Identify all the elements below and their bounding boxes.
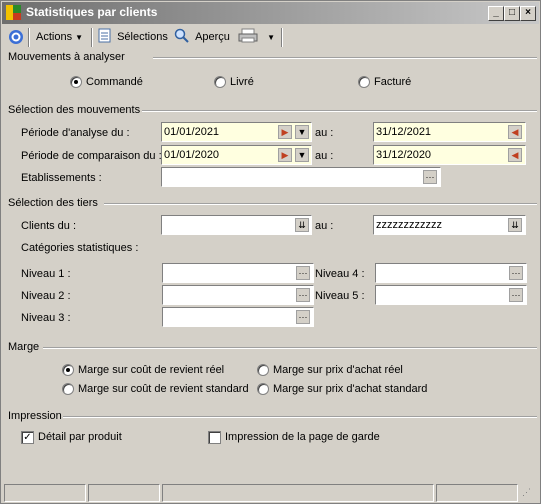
radio-marge-cout-revient-reel[interactable] — [62, 364, 74, 376]
marge-title: Marge — [8, 341, 40, 353]
etablissements-label: Etablissements : — [21, 172, 102, 184]
document-icon — [98, 28, 111, 43]
calendar-icon[interactable]: ▶ — [278, 148, 292, 162]
status-cell — [436, 484, 518, 502]
page-garde-label: Impression de la page de garde — [225, 431, 380, 443]
radio-livre-label: Livré — [230, 76, 254, 88]
calendar-back-icon[interactable]: ◀ — [508, 148, 522, 162]
periode-comparaison-to-value: 31/12/2020 — [376, 149, 432, 161]
actions-label: Actions — [36, 31, 73, 43]
toolbar: Actions ▼ Sélections Aperçu ▼ — [2, 25, 539, 49]
radio-marge-prix-achat-standard[interactable] — [257, 383, 269, 395]
radio-marge-prix-achat-reel-label: Marge sur prix d'achat réel — [273, 364, 403, 376]
niveau4-input[interactable]: ··· — [375, 263, 527, 283]
periode-comparaison-from-value: 01/01/2020 — [164, 149, 220, 161]
periode-analyse-from-input[interactable]: 01/01/2021 ▶ ▼ — [161, 122, 312, 142]
page-garde-checkbox[interactable] — [208, 431, 221, 444]
niveau1-label: Niveau 1 : — [21, 268, 71, 280]
selections-button[interactable]: Sélections — [98, 28, 168, 46]
periode-analyse-to-value: 31/12/2021 — [376, 126, 432, 138]
ellipsis-button[interactable]: ··· — [509, 288, 523, 302]
au-label: au : — [315, 127, 334, 139]
double-chevron-down-icon[interactable]: ⇊ — [508, 218, 522, 232]
etablissements-input[interactable]: ··· — [161, 167, 441, 187]
calendar-icon[interactable]: ▶ — [278, 125, 292, 139]
detail-produit-checkbox[interactable]: ✓ — [21, 431, 34, 444]
radio-marge-prix-achat-reel[interactable] — [257, 364, 269, 376]
ellipsis-button[interactable]: ··· — [296, 310, 310, 324]
chevron-down-icon[interactable]: ▼ — [295, 148, 309, 162]
impression-title: Impression — [8, 410, 62, 422]
target-icon[interactable] — [8, 28, 24, 46]
selection-mouvements-title: Sélection des mouvements — [8, 104, 141, 116]
chevron-down-icon[interactable]: ▼ — [295, 125, 309, 139]
status-cell — [162, 484, 434, 502]
chevron-down-icon: ▼ — [75, 33, 84, 42]
apercu-label: Aperçu — [195, 31, 230, 43]
radio-commande[interactable] — [70, 76, 82, 88]
window-title: Statistiques par clients — [26, 5, 158, 19]
niveau3-input[interactable]: ··· — [162, 307, 314, 327]
periode-analyse-label: Période d'analyse du : — [21, 127, 130, 139]
actions-menu[interactable]: Actions ▼ — [36, 28, 83, 46]
clients-from-input[interactable]: ⇊ — [161, 215, 312, 235]
radio-facture[interactable] — [358, 76, 370, 88]
radio-marge-cout-revient-reel-label: Marge sur coût de revient réel — [78, 364, 225, 376]
radio-marge-cout-revient-standard-label: Marge sur coût de revient standard — [78, 383, 249, 395]
radio-marge-prix-achat-standard-label: Marge sur prix d'achat standard — [273, 383, 428, 395]
apercu-button[interactable]: Aperçu — [174, 28, 230, 46]
niveau4-label: Niveau 4 : — [315, 268, 365, 280]
print-button[interactable]: ▼ — [238, 28, 275, 46]
status-cell — [88, 484, 160, 502]
clients-to-input[interactable]: zzzzzzzzzzzz ⇊ — [373, 215, 526, 235]
double-chevron-down-icon[interactable]: ⇊ — [295, 218, 309, 232]
niveau5-input[interactable]: ··· — [375, 285, 527, 305]
periode-comparaison-from-input[interactable]: 01/01/2020 ▶ ▼ — [161, 145, 312, 165]
status-bar: ⋰ — [2, 483, 539, 502]
periode-comparaison-label: Période de comparaison du : — [21, 150, 162, 162]
periode-comparaison-to-input[interactable]: 31/12/2020 ◀ — [373, 145, 526, 165]
radio-facture-label: Facturé — [374, 76, 412, 88]
selection-tiers-title: Sélection des tiers — [8, 197, 98, 209]
categories-label: Catégories statistiques : — [21, 242, 139, 254]
periode-analyse-to-input[interactable]: 31/12/2021 ◀ — [373, 122, 526, 142]
main-window: Statistiques par clients _ □ × Actions ▼… — [0, 0, 541, 504]
au-label: au : — [315, 220, 334, 232]
niveau2-label: Niveau 2 : — [21, 290, 71, 302]
niveau5-label: Niveau 5 : — [315, 290, 365, 302]
ellipsis-button[interactable]: ··· — [296, 266, 310, 280]
status-cell — [4, 484, 86, 502]
detail-produit-label: Détail par produit — [38, 431, 122, 443]
niveau3-label: Niveau 3 : — [21, 312, 71, 324]
periode-analyse-from-value: 01/01/2021 — [164, 126, 220, 138]
radio-livre[interactable] — [214, 76, 226, 88]
magnifier-icon — [174, 28, 189, 43]
radio-commande-label: Commandé — [86, 76, 143, 88]
ellipsis-button[interactable]: ··· — [423, 170, 437, 184]
ellipsis-button[interactable]: ··· — [509, 266, 523, 280]
maximize-button[interactable]: □ — [504, 6, 520, 21]
clients-label: Clients du : — [21, 220, 77, 232]
ellipsis-button[interactable]: ··· — [296, 288, 310, 302]
chevron-down-icon: ▼ — [267, 33, 275, 42]
clients-to-value: zzzzzzzzzzzz — [376, 219, 442, 231]
niveau2-input[interactable]: ··· — [162, 285, 314, 305]
title-bar[interactable]: Statistiques par clients _ □ × — [2, 2, 539, 24]
resize-grip-icon[interactable]: ⋰ — [522, 487, 534, 499]
mouvements-group-title: Mouvements à analyser — [8, 51, 125, 63]
minimize-button[interactable]: _ — [488, 6, 504, 21]
app-icon — [6, 5, 21, 20]
au-label: au : — [315, 150, 334, 162]
printer-icon — [238, 28, 258, 43]
close-button[interactable]: × — [520, 6, 536, 21]
selections-label: Sélections — [117, 31, 168, 43]
niveau1-input[interactable]: ··· — [162, 263, 314, 283]
radio-marge-cout-revient-standard[interactable] — [62, 383, 74, 395]
calendar-back-icon[interactable]: ◀ — [508, 125, 522, 139]
